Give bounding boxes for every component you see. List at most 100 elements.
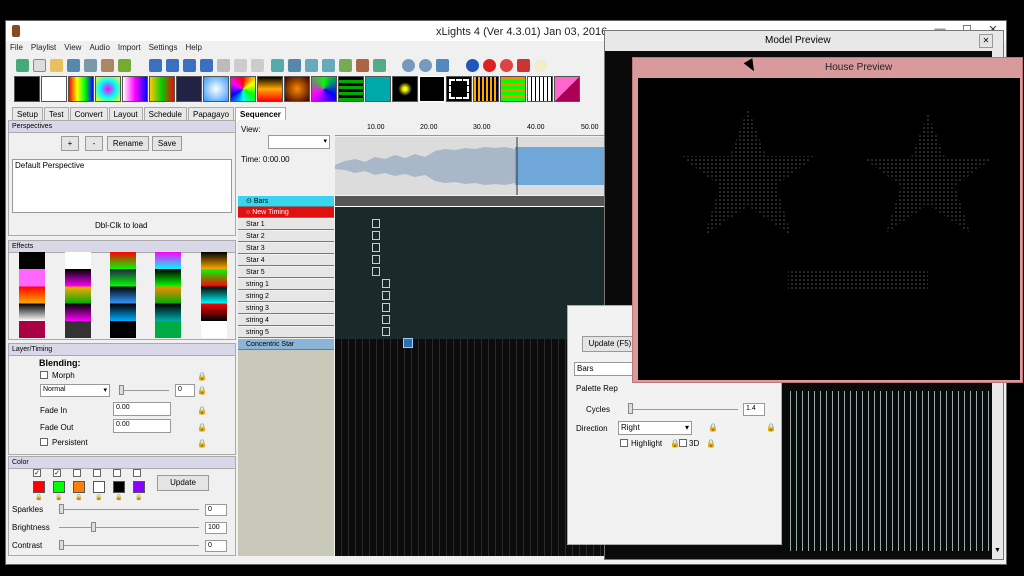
faces-effect-icon[interactable] bbox=[176, 76, 202, 102]
blend-value-field[interactable]: 0 bbox=[175, 384, 195, 397]
pause-icon[interactable] bbox=[166, 59, 180, 72]
direction-select[interactable]: Right ▾ bbox=[618, 421, 692, 435]
piano-effect-icon[interactable] bbox=[527, 76, 553, 102]
menu-import[interactable]: Import bbox=[114, 41, 145, 54]
effect-column-2-icon[interactable] bbox=[65, 252, 91, 338]
menu-playlist[interactable]: Playlist bbox=[27, 41, 60, 54]
add-perspective-button[interactable]: + bbox=[61, 136, 79, 151]
effect-column-5-icon[interactable] bbox=[201, 252, 227, 338]
zoom-in-icon[interactable] bbox=[402, 59, 416, 72]
palette-checkbox[interactable]: ✓ bbox=[33, 469, 41, 477]
update-effect-button[interactable]: Update (F5) bbox=[582, 336, 638, 352]
palette-swatch[interactable] bbox=[53, 481, 65, 493]
bars-timing-track[interactable] bbox=[335, 196, 605, 207]
lock-icon[interactable]: 🔒 bbox=[197, 372, 207, 381]
timing-icon[interactable] bbox=[287, 59, 301, 72]
persistent-checkbox[interactable] bbox=[40, 438, 48, 446]
highlight-checkbox[interactable] bbox=[620, 439, 628, 447]
radio-icon[interactable]: ⊙ bbox=[246, 198, 252, 205]
audio-waveform[interactable] bbox=[335, 137, 605, 195]
contrast-field[interactable]: 0 bbox=[205, 540, 227, 552]
new-file-icon[interactable] bbox=[33, 59, 46, 72]
sequence-grid[interactable] bbox=[335, 196, 605, 556]
palette-swatch[interactable] bbox=[113, 481, 125, 493]
pictures-effect-icon[interactable] bbox=[554, 76, 580, 102]
lock-icon[interactable]: 🔒 bbox=[95, 494, 102, 501]
star-effect-block[interactable] bbox=[372, 255, 380, 264]
lock-icon[interactable]: 🔒 bbox=[766, 423, 776, 432]
rewind-icon[interactable] bbox=[200, 59, 214, 72]
music-effect-icon[interactable] bbox=[500, 76, 526, 102]
timeline-ruler[interactable]: 10.00 20.00 30.00 40.00 50.00 bbox=[335, 120, 605, 136]
lock-icon[interactable]: 🔒 bbox=[115, 494, 122, 501]
contrast-slider[interactable] bbox=[59, 545, 199, 546]
star-effect-block[interactable] bbox=[372, 231, 380, 240]
palette-checkbox[interactable] bbox=[113, 469, 121, 477]
cycles-field[interactable]: 1.4 bbox=[743, 403, 765, 416]
lock-icon[interactable]: 🔒 bbox=[197, 439, 207, 448]
palette-checkbox[interactable] bbox=[133, 469, 141, 477]
lightbulb-icon[interactable] bbox=[533, 59, 547, 72]
sparkles-slider-thumb[interactable] bbox=[59, 504, 64, 514]
lock-icon[interactable]: 🔒 bbox=[135, 494, 142, 501]
menu-help[interactable]: Help bbox=[181, 41, 205, 54]
glediator-effect-icon[interactable] bbox=[365, 76, 391, 102]
perspective-list[interactable]: Default Perspective bbox=[12, 159, 232, 213]
row-label-concentric-star[interactable]: Concentric Star bbox=[238, 339, 334, 350]
brightness-field[interactable]: 100 bbox=[205, 522, 227, 534]
model-icon[interactable] bbox=[338, 59, 352, 72]
menu-file[interactable]: File bbox=[6, 41, 27, 54]
string-effect-block[interactable] bbox=[382, 279, 390, 288]
menu-view[interactable]: View bbox=[60, 41, 85, 54]
row-label-star-3[interactable]: Star 3 bbox=[238, 243, 334, 254]
model-preview-close-button[interactable]: ✕ bbox=[979, 34, 993, 48]
scroll-down-icon[interactable]: ▼ bbox=[994, 547, 1001, 554]
remove-icon[interactable] bbox=[516, 59, 530, 72]
morph-effect-icon[interactable] bbox=[473, 76, 499, 102]
blend-slider-thumb[interactable] bbox=[119, 385, 124, 395]
tab-sequencer[interactable]: Sequencer bbox=[235, 107, 286, 121]
effect-column-4-icon[interactable] bbox=[155, 252, 181, 338]
color-wash-effect-icon[interactable] bbox=[122, 76, 148, 102]
stop-sign-icon[interactable] bbox=[482, 59, 496, 72]
house-icon[interactable] bbox=[321, 59, 335, 72]
sparkles-slider[interactable] bbox=[59, 509, 199, 510]
effect-type-field[interactable]: Bars bbox=[574, 362, 634, 376]
fade-out-field[interactable]: 0.00 bbox=[113, 419, 171, 433]
blend-slider-track[interactable] bbox=[119, 390, 169, 391]
lock-icon[interactable]: 🔒 bbox=[55, 494, 62, 501]
radio-icon[interactable]: ○ bbox=[246, 209, 250, 216]
lock-icon[interactable]: 🔒 bbox=[197, 423, 207, 432]
effect-column-3-icon[interactable] bbox=[110, 252, 136, 338]
string-effect-block[interactable] bbox=[382, 327, 390, 336]
paste-icon[interactable] bbox=[270, 59, 284, 72]
clear-icon[interactable] bbox=[499, 59, 513, 72]
curtain-effect-icon[interactable] bbox=[149, 76, 175, 102]
layout-icon[interactable] bbox=[355, 59, 369, 72]
lock-icon[interactable]: 🔒 bbox=[706, 439, 716, 448]
cycles-slider-thumb[interactable] bbox=[628, 403, 633, 414]
save-perspective-button[interactable]: Save bbox=[152, 136, 182, 151]
blend-mode-select[interactable]: Normal ▾ bbox=[40, 384, 110, 397]
row-label-string-1[interactable]: string 1 bbox=[238, 279, 334, 290]
row-label-star-5[interactable]: Star 5 bbox=[238, 267, 334, 278]
new-sequence-icon[interactable] bbox=[16, 59, 29, 72]
house-preview-titlebar[interactable]: House Preview bbox=[633, 58, 1022, 76]
save-icon[interactable] bbox=[67, 59, 80, 72]
perspective-item[interactable]: Default Perspective bbox=[15, 161, 229, 170]
undo-icon[interactable] bbox=[234, 59, 248, 72]
row-label-star-1[interactable]: Star 1 bbox=[238, 219, 334, 230]
row-label-star-2[interactable]: Star 2 bbox=[238, 231, 334, 242]
cycles-slider[interactable] bbox=[628, 409, 738, 410]
view-select[interactable]: ▾ bbox=[268, 135, 330, 149]
model-preview-canvas[interactable] bbox=[785, 391, 995, 551]
palette-swatch[interactable] bbox=[133, 481, 145, 493]
menu-settings[interactable]: Settings bbox=[145, 41, 182, 54]
rename-perspective-button[interactable]: Rename bbox=[107, 136, 149, 151]
tab-papagayo[interactable]: Papagayo bbox=[187, 107, 235, 121]
star-effect-block[interactable] bbox=[372, 219, 380, 228]
marquee-effect-icon[interactable] bbox=[446, 76, 472, 102]
open-folder-icon[interactable] bbox=[50, 59, 63, 72]
fireworks-effect-icon[interactable] bbox=[284, 76, 310, 102]
info-icon[interactable] bbox=[465, 59, 479, 72]
